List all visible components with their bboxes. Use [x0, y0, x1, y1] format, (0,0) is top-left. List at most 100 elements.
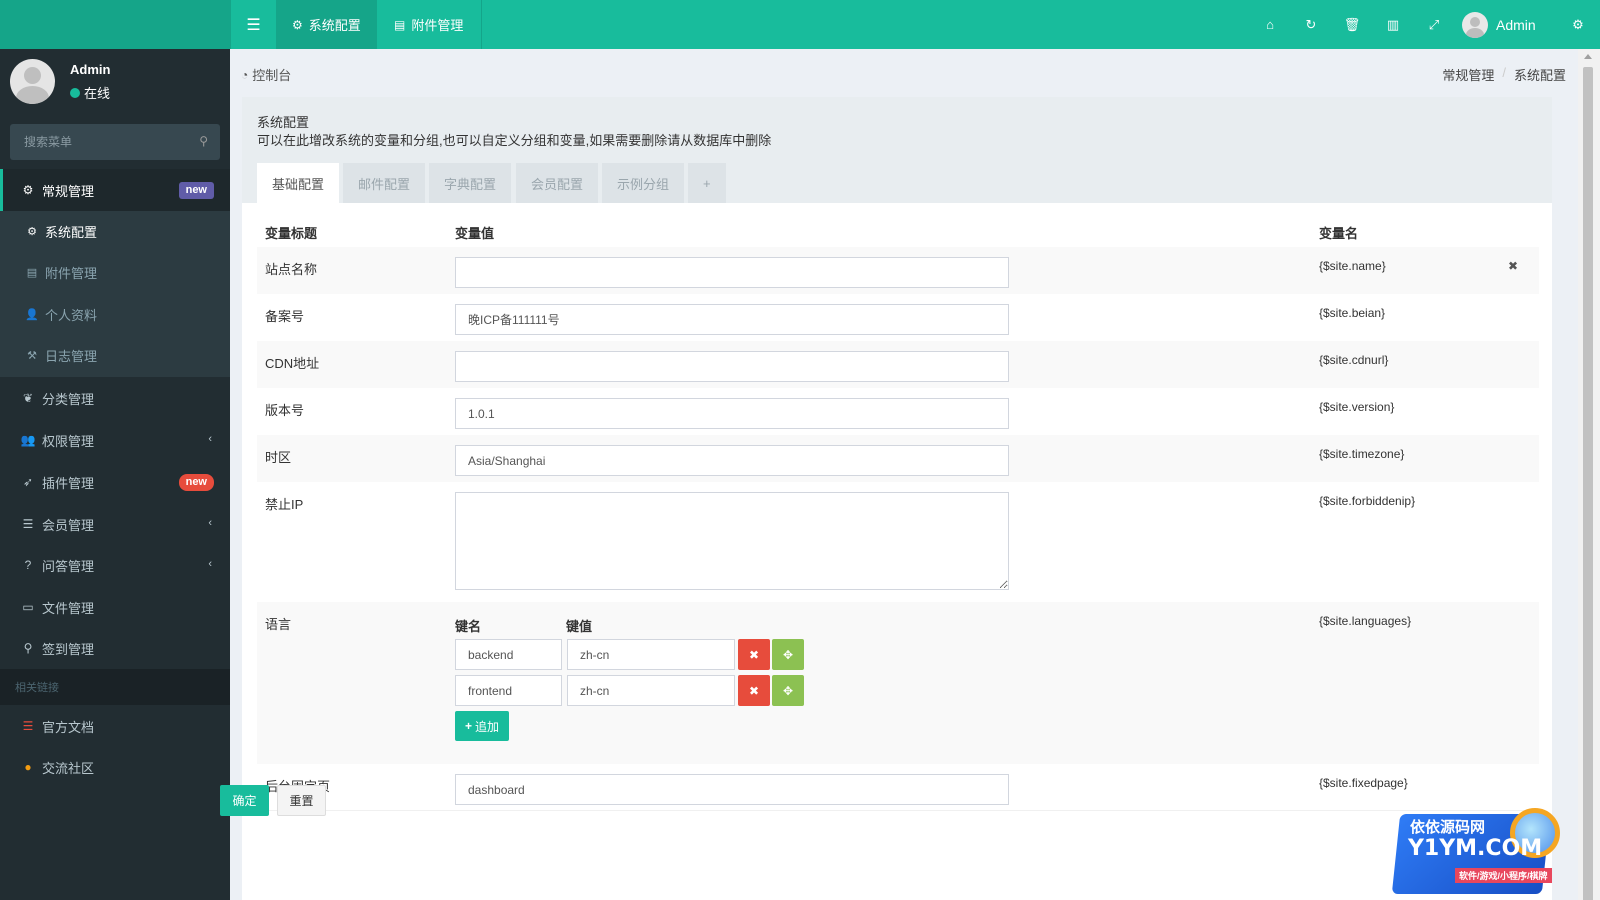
- forbidden-ip-textarea[interactable]: [455, 492, 1009, 590]
- home-icon[interactable]: ⌂: [1250, 0, 1290, 49]
- remove-button[interactable]: ✖: [738, 639, 770, 670]
- table-row: 后台固定页 {$site.fixedpage}: [257, 764, 1539, 811]
- panel-title: 系统配置: [257, 115, 310, 130]
- row-title: 禁止IP: [265, 497, 304, 512]
- sidebar: Admin 在线 ⚲ ⚙ 常规管理 new ⚙ 系统配置 ▤ 附件管理 👤 个人…: [0, 49, 230, 900]
- sidebar-item-label: 签到管理: [42, 641, 95, 657]
- sidebar-item-signin[interactable]: ⚲ 签到管理: [0, 627, 230, 669]
- search-input[interactable]: [10, 124, 180, 160]
- log-icon: ⚒: [27, 350, 37, 362]
- site-name-input[interactable]: [455, 257, 1009, 288]
- tab-system-config[interactable]: ⚙ 系统配置: [276, 0, 377, 49]
- language-value-input[interactable]: [567, 639, 735, 670]
- leaf-icon: ❦: [22, 391, 34, 405]
- tab-label: 附件管理: [411, 18, 464, 33]
- sidebar-item-profile[interactable]: 👤 个人资料: [0, 294, 230, 335]
- drag-handle-icon[interactable]: ✥: [772, 675, 804, 706]
- beian-input[interactable]: [455, 304, 1009, 335]
- sidebar-link-community[interactable]: ● 交流社区: [0, 746, 230, 788]
- row-variable: {$site.beian}: [1319, 306, 1386, 320]
- row-title: 版本号: [265, 403, 305, 418]
- sidebar-item-category[interactable]: ❦ 分类管理: [0, 377, 230, 419]
- sidebar-search: ⚲: [10, 124, 220, 160]
- sidebar-item-addon[interactable]: ➶ 插件管理 new: [0, 461, 230, 503]
- table-row: 备案号 {$site.beian}: [257, 294, 1539, 341]
- sidebar-item-file[interactable]: ▭ 文件管理: [0, 586, 230, 628]
- tab-email[interactable]: 邮件配置: [343, 163, 426, 203]
- content-area: ◔ 控制台 常规管理 / 系统配置 系统配置 可以在此增改系统的变量和分组,也可…: [230, 49, 1578, 900]
- sidebar-item-general[interactable]: ⚙ 常规管理 new: [0, 169, 230, 211]
- refresh-icon[interactable]: ↻: [1291, 0, 1331, 49]
- tab-attachment[interactable]: ▤ 附件管理: [378, 0, 482, 49]
- new-badge: new: [178, 474, 214, 491]
- language-key-input[interactable]: [455, 639, 562, 670]
- append-button[interactable]: + 追加: [455, 711, 510, 741]
- list-icon: ☰: [22, 517, 34, 531]
- sidebar-item-label: 插件管理: [42, 475, 95, 491]
- expand-icon[interactable]: ⤢: [1414, 0, 1454, 49]
- sidebar-item-auth[interactable]: 👥 权限管理 ‹: [0, 419, 230, 461]
- sidebar-item-label: 官方文档: [42, 719, 95, 735]
- top-navbar: ☰ ⚙ 系统配置 ▤ 附件管理 ⌂ ↻ 🗑 ▥ ⤢ Admin ⚙: [0, 0, 1600, 49]
- confirm-button[interactable]: 确定: [220, 785, 269, 816]
- watermark-text: 依依源码网: [1410, 818, 1486, 836]
- remove-button[interactable]: ✖: [738, 675, 770, 706]
- row-title: 站点名称: [265, 262, 318, 277]
- sidebar-item-label: 日志管理: [45, 349, 98, 364]
- sidebar-item-member[interactable]: ☰ 会员管理 ‹: [0, 503, 230, 545]
- cdn-url-input[interactable]: [455, 351, 1009, 382]
- sidebar-item-attachment[interactable]: ▤ 附件管理: [0, 252, 230, 293]
- translate-icon[interactable]: ▥: [1373, 0, 1413, 49]
- sidebar-link-docs[interactable]: ☰ 官方文档: [0, 705, 230, 747]
- tab-dictionary[interactable]: 字典配置: [429, 163, 512, 203]
- plus-icon: +: [465, 719, 473, 733]
- language-value-input[interactable]: [567, 675, 735, 706]
- sidebar-item-label: 问答管理: [42, 558, 95, 574]
- gears-icon[interactable]: ⚙: [1558, 0, 1598, 49]
- scroll-thumb[interactable]: [1583, 67, 1593, 900]
- dashboard-link[interactable]: ◔ 控制台: [241, 65, 291, 84]
- tab-example-group[interactable]: 示例分组: [602, 163, 685, 203]
- user-menu[interactable]: Admin: [1462, 0, 1536, 49]
- watermark-logo: 依依源码网 Y1YM.COM 软件/游戏/小程序/棋牌: [1380, 808, 1598, 898]
- row-title: CDN地址: [265, 356, 320, 371]
- table-row: CDN地址 {$site.cdnurl}: [257, 341, 1539, 388]
- scrollbar[interactable]: [1578, 49, 1600, 900]
- row-variable: {$site.version}: [1319, 400, 1395, 414]
- sidebar-user-name: Admin: [70, 62, 111, 77]
- bars-icon[interactable]: ☰: [231, 0, 276, 49]
- scroll-up-icon[interactable]: [1584, 54, 1592, 59]
- tab-member[interactable]: 会员配置: [516, 163, 599, 203]
- sidebar-item-label: 个人资料: [45, 308, 98, 323]
- trash-icon[interactable]: 🗑: [1332, 0, 1372, 49]
- breadcrumb-item[interactable]: 常规管理: [1442, 65, 1494, 84]
- rocket-icon: ➶: [22, 475, 34, 489]
- sidebar-item-label: 常规管理: [42, 183, 95, 199]
- fixed-page-input[interactable]: [455, 774, 1009, 805]
- sidebar-item-label: 权限管理: [42, 433, 95, 449]
- sidebar-item-label: 文件管理: [42, 600, 95, 616]
- sidebar-item-qa[interactable]: ? 问答管理 ‹: [0, 544, 230, 586]
- chevron-left-icon: ‹: [208, 433, 212, 445]
- language-key-input[interactable]: [455, 675, 562, 706]
- user-name: Admin: [1496, 16, 1536, 33]
- search-icon[interactable]: ⚲: [199, 134, 208, 148]
- panel-description: 可以在此增改系统的变量和分组,也可以自定义分组和变量,如果需要删除请从数据库中删…: [257, 133, 772, 148]
- timezone-input[interactable]: [455, 445, 1009, 476]
- file-image-icon: ▤: [26, 267, 38, 279]
- close-icon[interactable]: ✖: [1508, 259, 1518, 273]
- append-label: 追加: [475, 719, 500, 734]
- drag-handle-icon[interactable]: ✥: [772, 639, 804, 670]
- version-input[interactable]: [455, 398, 1009, 429]
- sidebar-item-label: 系统配置: [45, 225, 98, 240]
- logo-area[interactable]: [0, 0, 231, 49]
- gear-icon: ⚙: [292, 17, 303, 32]
- sidebar-item-logs[interactable]: ⚒ 日志管理: [0, 335, 230, 376]
- user-icon: 👤: [25, 309, 39, 321]
- reset-button[interactable]: 重置: [277, 785, 326, 816]
- tab-basic[interactable]: 基础配置: [257, 163, 340, 203]
- table-row: 语言 键名 键值 ✖ ✥ ✖ ✥ + 追加 {$site.languages}: [257, 602, 1539, 764]
- sidebar-item-system-config[interactable]: ⚙ 系统配置: [0, 211, 230, 252]
- add-tab-button[interactable]: +: [688, 163, 726, 203]
- submenu-general: ⚙ 系统配置 ▤ 附件管理 👤 个人资料 ⚒ 日志管理: [0, 211, 230, 377]
